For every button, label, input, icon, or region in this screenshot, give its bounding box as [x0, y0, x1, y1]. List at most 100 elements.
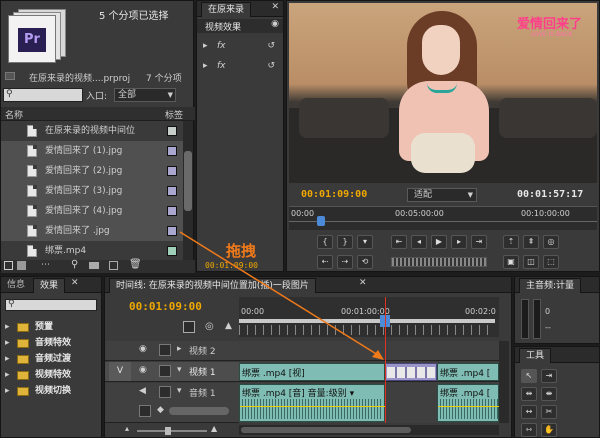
- marker-button[interactable]: ▾: [357, 235, 373, 249]
- reset-icon[interactable]: ↺: [267, 61, 275, 71]
- step-back-button[interactable]: ◂: [411, 235, 427, 249]
- fx-opacity[interactable]: ▸ fx ↺: [203, 61, 279, 75]
- new-bin-icon[interactable]: [89, 262, 99, 269]
- clear-icon[interactable]: 🗑: [129, 259, 142, 270]
- lane-video2[interactable]: [239, 341, 499, 361]
- label-swatch[interactable]: [167, 166, 177, 176]
- program-playhead[interactable]: [317, 216, 325, 226]
- effect-controls-timecode[interactable]: 00:01:09:00: [205, 261, 258, 270]
- prev-edit-button[interactable]: ⇠: [317, 255, 333, 269]
- collapse-icon[interactable]: ▾: [177, 365, 182, 375]
- image-clips[interactable]: [385, 363, 437, 381]
- automate-icon[interactable]: ⋯: [41, 260, 50, 270]
- next-edit-button[interactable]: ⇢: [337, 255, 353, 269]
- eye-icon[interactable]: ◉: [139, 365, 147, 375]
- zoom-out-icon[interactable]: ▴: [125, 424, 129, 433]
- go-to-out-button[interactable]: ⇥: [471, 235, 487, 249]
- column-name[interactable]: 名称: [5, 108, 23, 121]
- label-swatch[interactable]: [167, 246, 177, 256]
- timeline-hscrollbar[interactable]: [239, 425, 499, 435]
- rolling-edit-tool-icon[interactable]: ⇼: [541, 387, 557, 401]
- label-swatch[interactable]: [167, 206, 177, 216]
- tab-effect-controls[interactable]: 在原来录: [201, 2, 252, 17]
- work-area-bar[interactable]: [239, 319, 495, 323]
- keyframe-nav-icon[interactable]: ◆: [157, 405, 164, 415]
- eye-icon[interactable]: ◉: [139, 344, 147, 354]
- expand-icon[interactable]: ▸: [203, 61, 208, 71]
- video-clip-left[interactable]: 绑票 .mp4 [视]: [239, 363, 385, 381]
- find-icon[interactable]: ⚲: [71, 259, 78, 270]
- tab-tools[interactable]: 工具: [519, 348, 552, 363]
- video-clip-right[interactable]: 绑票 .mp4 [: [437, 363, 499, 381]
- new-item-icon[interactable]: [109, 261, 118, 270]
- tab-info[interactable]: 信息: [1, 278, 31, 293]
- effects-search-input[interactable]: ⚲: [5, 299, 97, 311]
- razor-tool-icon[interactable]: ✂: [541, 405, 557, 419]
- close-icon[interactable]: ✕: [271, 2, 279, 12]
- timeline-title[interactable]: 时间线: 在原来录的视频中间位置加(插)一段图片: [109, 278, 316, 293]
- hand-tool-icon[interactable]: ✋: [541, 423, 557, 437]
- fit-select[interactable]: 适配 ▼: [407, 188, 477, 202]
- ripple-edit-tool-icon[interactable]: ⇹: [521, 387, 537, 401]
- selection-tool-icon[interactable]: ↖: [521, 369, 537, 383]
- list-item[interactable]: 爱情回来了 (1).jpg: [1, 141, 183, 161]
- timeline-playhead-line[interactable]: [385, 297, 386, 423]
- go-to-in-button[interactable]: ⇤: [391, 235, 407, 249]
- lock-icon[interactable]: [159, 344, 171, 356]
- column-label[interactable]: 标签: [165, 108, 183, 121]
- list-item[interactable]: 爱情回来了 (4).jpg: [1, 201, 183, 221]
- list-item[interactable]: 绑票.mp4: [1, 241, 183, 261]
- jog-shuttle[interactable]: [391, 257, 487, 267]
- audio-clip-left[interactable]: 绑票 .mp4 [音] 音量:级别 ▾: [239, 384, 386, 422]
- rate-stretch-tool-icon[interactable]: ↔: [521, 405, 537, 419]
- speaker-icon[interactable]: ◀: [139, 386, 146, 396]
- expand-icon[interactable]: ▸: [5, 351, 10, 367]
- audio-clip-right[interactable]: 绑票 .mp4 [: [437, 384, 500, 422]
- fx-motion[interactable]: ▸ fx ↺: [203, 41, 279, 55]
- list-item[interactable]: 爱情回来了 (3).jpg: [1, 181, 183, 201]
- volume-rubberband[interactable]: [438, 406, 500, 407]
- search-input[interactable]: ⚲: [3, 88, 83, 102]
- project-scrollbar[interactable]: [183, 121, 193, 261]
- lock-icon[interactable]: [159, 386, 171, 398]
- timeline-ruler[interactable]: 00:00 00:01:00:00 00:02:0: [239, 297, 499, 337]
- collapse-icon[interactable]: ▾: [177, 386, 182, 396]
- list-item[interactable]: 爱情回来了 (2).jpg: [1, 161, 183, 181]
- mark-out-button[interactable]: }: [337, 235, 353, 249]
- label-swatch[interactable]: [167, 146, 177, 156]
- close-icon[interactable]: ✕: [71, 278, 79, 288]
- timeline-timecode[interactable]: 00:01:09:00: [129, 300, 202, 313]
- mark-in-button[interactable]: {: [317, 235, 333, 249]
- entry-select[interactable]: 全部 ▼: [114, 88, 176, 102]
- program-ruler[interactable]: 00:00 00:05:00:00 00:10:00:00: [289, 206, 597, 230]
- list-item[interactable]: 爱情回来了 .jpg: [1, 221, 183, 241]
- source-target-video[interactable]: V: [109, 362, 131, 381]
- label-swatch[interactable]: [167, 226, 177, 236]
- lift-button[interactable]: ⇡: [503, 235, 519, 249]
- export-frame-button[interactable]: ◎: [543, 235, 559, 249]
- effects-folder[interactable]: ▸ 音频特效: [1, 335, 103, 351]
- timeline-scrollbar[interactable]: [499, 341, 509, 423]
- expand-icon[interactable]: ▸: [5, 383, 10, 399]
- expand-icon[interactable]: ▸: [5, 335, 10, 351]
- zoom-in-icon[interactable]: ▲: [211, 424, 217, 433]
- zoom-slider[interactable]: ▴ ▲: [125, 424, 225, 435]
- trim-button[interactable]: ⬚: [543, 255, 559, 269]
- list-view-icon[interactable]: [4, 261, 13, 270]
- program-timecode[interactable]: 00:01:09:00: [301, 189, 367, 200]
- effects-folder[interactable]: ▸ 预置: [1, 319, 103, 335]
- collapse-icon[interactable]: ◉: [271, 19, 279, 29]
- snap-icon[interactable]: [183, 321, 195, 333]
- tab-master-meter[interactable]: 主音频:计量: [519, 278, 582, 293]
- step-forward-button[interactable]: ▸: [451, 235, 467, 249]
- volume-rubberband[interactable]: [240, 406, 386, 407]
- close-icon[interactable]: ✕: [359, 278, 367, 288]
- expand-icon[interactable]: ▸: [203, 41, 208, 51]
- expand-icon[interactable]: ▸: [5, 367, 10, 383]
- add-marker-icon[interactable]: ▲: [225, 321, 232, 331]
- keyframe-toggle-icon[interactable]: [139, 405, 151, 417]
- track-select-tool-icon[interactable]: ⇥: [541, 369, 557, 383]
- list-item[interactable]: 在原来录的视频中间位: [1, 121, 183, 141]
- effects-folder[interactable]: ▸ 视频切换: [1, 383, 103, 399]
- effects-folder[interactable]: ▸ 视频特效: [1, 367, 103, 383]
